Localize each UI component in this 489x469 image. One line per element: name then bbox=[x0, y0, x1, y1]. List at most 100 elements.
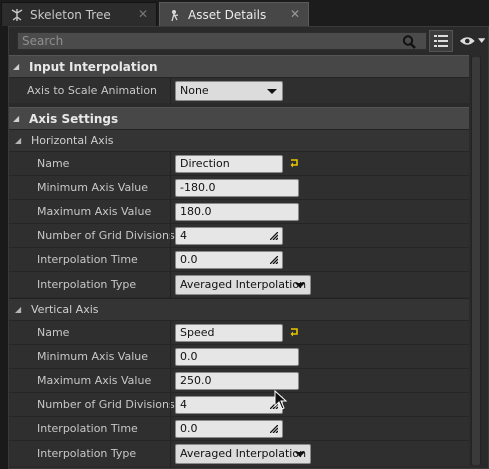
vertical-grid-divisions-field[interactable]: 4 bbox=[175, 396, 283, 414]
collapse-arrow-icon[interactable]: ◢ bbox=[13, 114, 23, 123]
column-splitter bbox=[170, 441, 171, 467]
property-label: Interpolation Time bbox=[37, 422, 138, 435]
column-splitter bbox=[170, 176, 171, 200]
collapse-arrow-icon[interactable]: ◢ bbox=[15, 136, 25, 145]
property-row: Number of Grid Divisions 4 bbox=[9, 392, 469, 417]
horizontal-grid-divisions-field[interactable]: 4 bbox=[175, 227, 283, 245]
column-splitter bbox=[170, 78, 171, 104]
dropdown-value: None bbox=[180, 84, 209, 97]
dropdown-arrow-icon bbox=[295, 452, 305, 457]
column-splitter bbox=[170, 248, 171, 272]
property-label: Maximum Axis Value bbox=[37, 205, 152, 218]
column-splitter bbox=[170, 200, 171, 224]
skeleton-tree-icon bbox=[10, 8, 24, 22]
property-label: Maximum Axis Value bbox=[37, 374, 152, 387]
tab-asset-details[interactable]: Asset Details ✕ bbox=[159, 2, 309, 26]
horizontal-max-field[interactable]: 180.0 bbox=[175, 203, 299, 221]
property-row: Maximum Axis Value 180.0 bbox=[9, 199, 469, 224]
list-grid-icon bbox=[434, 35, 448, 47]
search-row bbox=[13, 29, 485, 53]
tab-skeleton-tree[interactable]: Skeleton Tree ✕ bbox=[1, 2, 157, 26]
property-row: Interpolation Time 0.0 bbox=[9, 247, 469, 272]
horizontal-interp-time-field[interactable]: 0.0 bbox=[175, 251, 283, 269]
property-label: Minimum Axis Value bbox=[37, 350, 148, 363]
vertical-interp-type-dropdown[interactable]: Averaged Interpolation bbox=[175, 444, 311, 464]
property-row: Axis to Scale Animation None bbox=[9, 77, 469, 104]
property-row: Interpolation Time 0.0 bbox=[9, 416, 469, 441]
subcategory-vertical-axis[interactable]: ◢ Vertical Axis bbox=[9, 298, 469, 320]
field-value: 0.0 bbox=[180, 253, 198, 266]
search-input[interactable] bbox=[17, 32, 427, 50]
vertical-min-field[interactable]: 0.0 bbox=[175, 348, 299, 366]
horizontal-interp-type-dropdown[interactable]: Averaged Interpolation bbox=[175, 275, 311, 295]
asset-details-icon bbox=[168, 8, 182, 22]
tab-label: Asset Details bbox=[188, 7, 267, 22]
category-input-interpolation[interactable]: ◢ Input Interpolation bbox=[9, 55, 469, 77]
property-matrix-button[interactable] bbox=[429, 30, 453, 52]
column-splitter bbox=[170, 345, 171, 369]
column-splitter bbox=[170, 152, 171, 176]
chevron-down-icon bbox=[477, 38, 485, 43]
property-row: Maximum Axis Value 250.0 bbox=[9, 368, 469, 393]
tab-label: Skeleton Tree bbox=[30, 7, 111, 22]
column-splitter bbox=[170, 369, 171, 393]
subcategory-title: Horizontal Axis bbox=[31, 134, 114, 147]
property-row: Interpolation Type Averaged Interpolatio… bbox=[9, 440, 469, 467]
property-row: Minimum Axis Value 0.0 bbox=[9, 344, 469, 369]
close-icon[interactable]: ✕ bbox=[137, 8, 149, 20]
category-title: Input Interpolation bbox=[29, 59, 158, 74]
subcategory-horizontal-axis[interactable]: ◢ Horizontal Axis bbox=[9, 129, 469, 151]
column-splitter bbox=[170, 417, 171, 441]
field-value: 4 bbox=[180, 229, 187, 242]
property-label: Number of Grid Divisions bbox=[37, 398, 175, 411]
resize-drag-icon[interactable] bbox=[270, 425, 278, 433]
property-row: Name Direction bbox=[9, 151, 469, 176]
field-value: 0.0 bbox=[180, 422, 198, 435]
category-axis-settings[interactable]: ◢ Axis Settings bbox=[9, 107, 469, 129]
eye-icon bbox=[459, 37, 475, 45]
resize-drag-icon[interactable] bbox=[270, 256, 278, 264]
scrollbar-thumb[interactable] bbox=[472, 57, 480, 465]
mouse-cursor-icon bbox=[274, 390, 288, 410]
property-row: Name Speed bbox=[9, 320, 469, 345]
property-row: Number of Grid Divisions 4 bbox=[9, 223, 469, 248]
tab-bar: Skeleton Tree ✕ Asset Details ✕ bbox=[0, 0, 489, 26]
property-row: Minimum Axis Value -180.0 bbox=[9, 175, 469, 200]
dropdown-arrow-icon bbox=[267, 89, 277, 94]
vertical-max-field[interactable]: 250.0 bbox=[175, 372, 299, 390]
property-label: Axis to Scale Animation bbox=[27, 84, 158, 97]
column-splitter bbox=[170, 321, 171, 345]
reset-to-default-icon[interactable] bbox=[289, 327, 299, 337]
horizontal-min-field[interactable]: -180.0 bbox=[175, 179, 299, 197]
vertical-scrollbar[interactable] bbox=[471, 57, 481, 465]
column-splitter bbox=[170, 224, 171, 248]
horizontal-name-field[interactable]: Direction bbox=[175, 155, 283, 173]
subcategory-title: Vertical Axis bbox=[31, 303, 99, 316]
vertical-name-field[interactable]: Speed bbox=[175, 324, 283, 342]
reset-to-default-icon[interactable] bbox=[289, 158, 299, 168]
dropdown-value: Averaged Interpolation bbox=[180, 447, 307, 460]
vertical-interp-time-field[interactable]: 0.0 bbox=[175, 420, 283, 438]
details-panel: ◢ Input Interpolation Axis to Scale Anim… bbox=[8, 26, 489, 469]
column-splitter bbox=[170, 393, 171, 417]
property-label: Number of Grid Divisions bbox=[37, 229, 175, 242]
column-splitter bbox=[170, 272, 171, 298]
axis-to-scale-dropdown[interactable]: None bbox=[175, 81, 283, 101]
property-label: Minimum Axis Value bbox=[37, 181, 148, 194]
category-title: Axis Settings bbox=[29, 111, 119, 126]
collapse-arrow-icon[interactable]: ◢ bbox=[13, 62, 23, 71]
resize-drag-icon[interactable] bbox=[270, 232, 278, 240]
property-label: Name bbox=[37, 326, 70, 339]
view-options-button[interactable] bbox=[459, 33, 485, 49]
collapse-arrow-icon[interactable]: ◢ bbox=[15, 305, 25, 314]
property-label: Name bbox=[37, 157, 70, 170]
dropdown-value: Averaged Interpolation bbox=[180, 278, 307, 291]
field-value: 4 bbox=[180, 398, 187, 411]
dropdown-arrow-icon bbox=[295, 283, 305, 288]
property-label: Interpolation Time bbox=[37, 253, 138, 266]
property-row: Interpolation Type Averaged Interpolatio… bbox=[9, 271, 469, 298]
close-icon[interactable]: ✕ bbox=[289, 8, 301, 20]
property-label: Interpolation Type bbox=[37, 278, 137, 291]
search-icon[interactable] bbox=[401, 34, 417, 50]
property-label: Interpolation Type bbox=[37, 447, 137, 460]
